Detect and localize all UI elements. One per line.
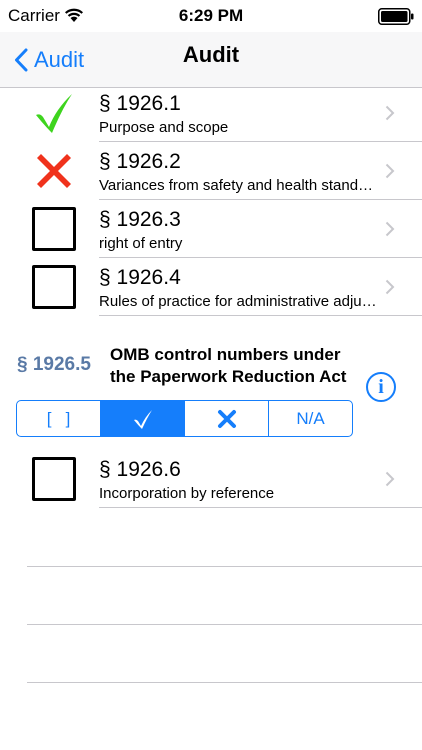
checkmark-icon: [36, 94, 72, 133]
segment-unchecked[interactable]: [ ]: [17, 401, 101, 436]
chevron-right-icon: [385, 163, 395, 179]
segment-na[interactable]: N/A: [269, 401, 352, 436]
list-item[interactable]: § 1926.1 Purpose and scope: [0, 84, 422, 142]
status-segmented-control: [ ] N/A: [16, 400, 353, 437]
divider: [99, 507, 422, 508]
item-code: § 1926.3: [99, 208, 181, 231]
expanded-item: § 1926.5 OMB control numbers under the P…: [0, 316, 422, 450]
checkbox[interactable]: [32, 457, 76, 501]
item-code: § 1926.4: [99, 266, 181, 289]
x-mark-icon: [217, 409, 236, 428]
list-item[interactable]: § 1926.3 right of entry: [0, 200, 422, 258]
segment-label: [ ]: [46, 408, 71, 428]
expanded-item-title: OMB control numbers under the Paperwork …: [110, 345, 347, 386]
item-code: § 1926.2: [99, 150, 181, 173]
checkbox[interactable]: [32, 265, 76, 309]
x-mark-icon: [37, 154, 71, 188]
audit-list-continued: § 1926.6 Incorporation by reference: [0, 450, 422, 508]
chevron-right-icon: [385, 471, 395, 487]
chevron-right-icon: [385, 221, 395, 237]
segment-pass[interactable]: [101, 401, 185, 436]
list-item[interactable]: § 1926.6 Incorporation by reference: [0, 450, 422, 508]
segment-fail[interactable]: [185, 401, 269, 436]
list-item[interactable]: § 1926.4 Rules of practice for administr…: [0, 258, 422, 316]
item-description: right of entry: [99, 235, 183, 252]
list-item[interactable]: § 1926.2 Variances from safety and healt…: [0, 142, 422, 200]
navigation-bar: Audit Audit: [0, 32, 422, 88]
divider: [27, 682, 422, 683]
chevron-right-icon: [385, 105, 395, 121]
item-code: § 1926.1: [99, 92, 181, 115]
battery-icon: [378, 8, 414, 25]
divider: [27, 566, 422, 567]
divider: [27, 624, 422, 625]
checkbox[interactable]: [32, 207, 76, 251]
audit-list: § 1926.1 Purpose and scope § 1926.2 Vari…: [0, 84, 422, 316]
chevron-right-icon: [385, 279, 395, 295]
page-title: Audit: [182, 42, 240, 67]
status-bar: Carrier 6:29 PM: [0, 0, 422, 32]
item-description: Purpose and scope: [99, 119, 229, 136]
segment-label: N/A: [296, 408, 325, 428]
item-description: Variances from safety and health standar…: [99, 177, 379, 194]
item-code: § 1926.6: [99, 458, 181, 481]
item-description: Incorporation by reference: [99, 485, 275, 502]
info-button[interactable]: i: [366, 372, 396, 402]
item-description: Rules of practice for administrative adj…: [99, 293, 379, 310]
checkmark-icon: [133, 409, 152, 429]
expanded-item-code: § 1926.5: [17, 354, 91, 375]
status-time: 6:29 PM: [178, 6, 244, 25]
info-icon: i: [378, 375, 384, 398]
